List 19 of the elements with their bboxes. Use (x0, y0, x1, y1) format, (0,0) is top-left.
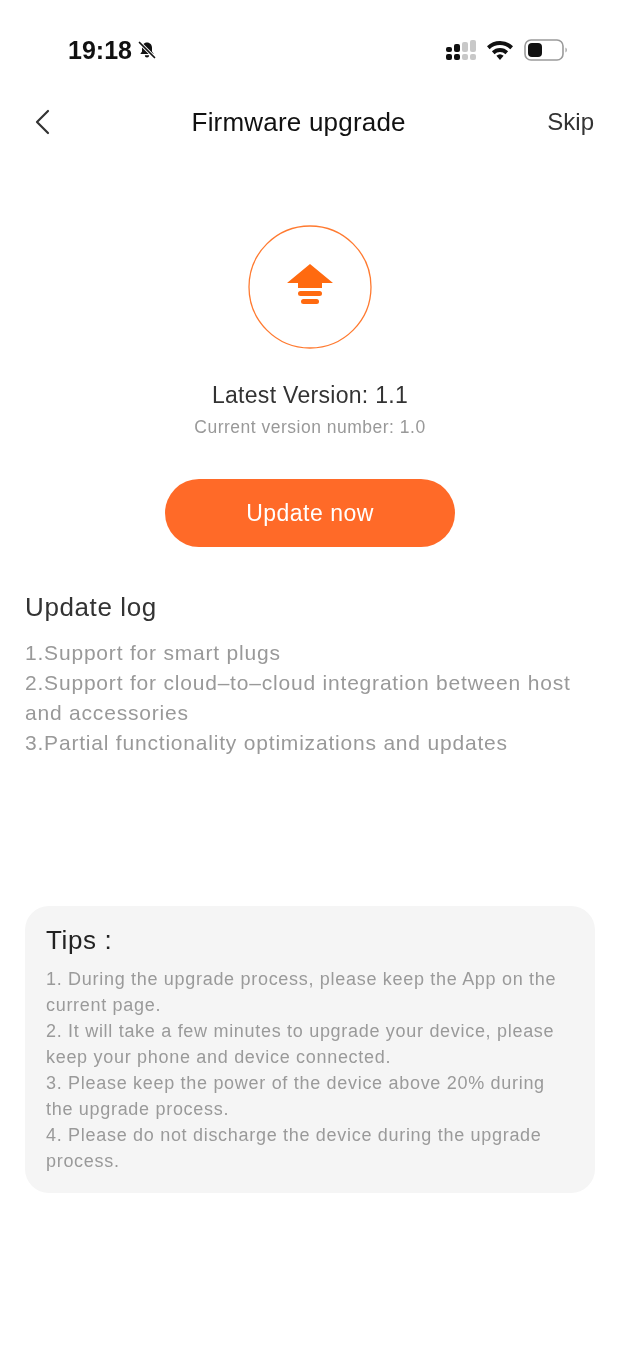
tip-item: 1. During the upgrade process, please keep the App on the current page. (46, 968, 558, 1017)
wifi-icon (487, 40, 513, 60)
update-log-item: 2.Support for cloud–to–cloud integration between host and accessories (25, 670, 572, 726)
signal-icon (446, 40, 476, 60)
status-time: 19:18 (68, 35, 132, 65)
tip-item: 2. It will take a few minutes to upgrade your device, please keep your phone and device connected. (46, 1020, 556, 1069)
battery-icon (524, 39, 568, 61)
back-button[interactable] (34, 109, 50, 135)
tips-title: Tips : (46, 925, 114, 955)
latest-version: Latest Version: 1.1 (211, 382, 409, 408)
tip-item: 3. Please keep the power of the device above 20% during the upgrade process. (46, 1072, 546, 1121)
update-log-title: Update log (25, 592, 158, 622)
current-version: Current version number: 1.0 (194, 417, 426, 437)
page-title: Firmware upgrade (191, 106, 406, 138)
tip-item: 4. Please do not discharge the device during the upgrade process. (46, 1124, 543, 1173)
muted-bell-icon (136, 40, 157, 60)
update-log-item: 3.Partial functionality optimizations and updates (25, 730, 509, 756)
skip-button[interactable]: Skip (547, 107, 594, 137)
update-log-item: 1.Support for smart plugs (25, 640, 282, 666)
